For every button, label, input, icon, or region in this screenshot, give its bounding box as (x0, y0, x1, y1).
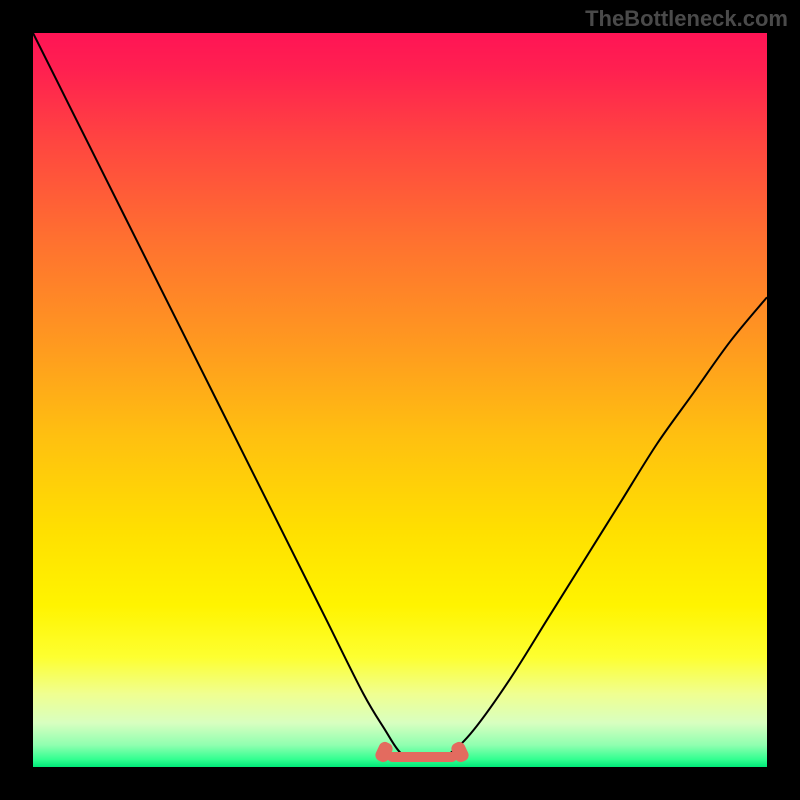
watermark-text: TheBottleneck.com (585, 6, 788, 32)
valley-marker-flat (387, 752, 456, 762)
bottleneck-curve (33, 33, 767, 767)
chart-plot-area (33, 33, 767, 767)
